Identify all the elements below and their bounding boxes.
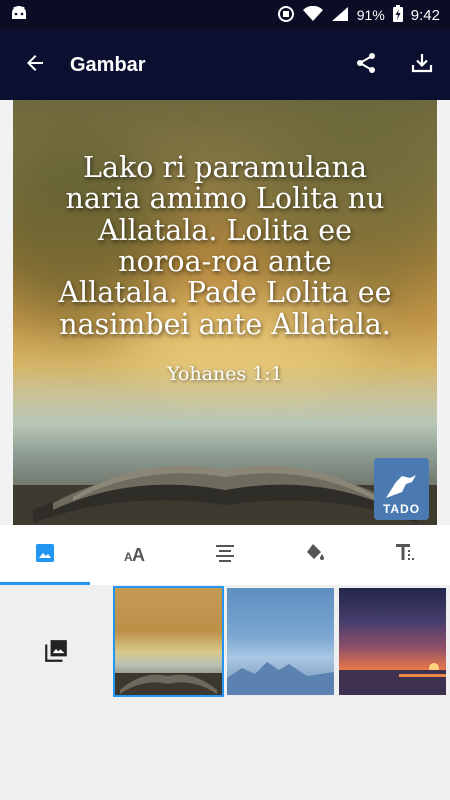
- quote-line: noroa-roa ante: [118, 245, 332, 279]
- image-icon: [33, 541, 57, 570]
- tab-background-image[interactable]: [0, 525, 90, 585]
- status-bar: 91% 9:42: [0, 0, 450, 30]
- download-icon: [410, 51, 434, 80]
- quote-line: Allatala. Pade Lolita ee: [58, 276, 392, 310]
- sync-icon: [277, 5, 295, 26]
- share-icon: [354, 51, 378, 80]
- clock: 9:42: [410, 6, 440, 24]
- wifi-icon: [302, 5, 323, 25]
- quote-line: naria amimo Lolita nu: [65, 182, 385, 216]
- quote-line: Allatala. Lolita ee: [97, 213, 353, 247]
- bird-icon: [385, 475, 416, 498]
- align-center-icon: [213, 541, 237, 570]
- battery-icon: [392, 5, 403, 25]
- share-button[interactable]: [338, 30, 394, 100]
- preview-area: Lako ri paramulana naria amimo Lolita nu…: [0, 100, 450, 525]
- mountain-thumbnail-image: [227, 662, 334, 695]
- editor-tab-bar: AA: [0, 525, 450, 585]
- app-bar: Gambar: [0, 30, 450, 100]
- tab-fill-color[interactable]: [270, 525, 360, 585]
- arrow-back-icon: [23, 51, 47, 80]
- quote-line: Lako ri paramulana: [83, 151, 367, 184]
- quote-text[interactable]: Lako ri paramulana naria amimo Lolita nu…: [13, 152, 437, 340]
- background-thumbnail[interactable]: [227, 588, 334, 695]
- quote-line: nasimbei ante Allatala.: [59, 307, 391, 341]
- svg-text:A: A: [132, 545, 145, 565]
- verse-reference: Yohanes 1:1: [167, 363, 283, 385]
- gallery-button[interactable]: [30, 627, 82, 679]
- signal-icon: [331, 6, 349, 25]
- background-picker: [0, 585, 450, 800]
- quote-image[interactable]: Lako ri paramulana naria amimo Lolita nu…: [13, 100, 437, 525]
- logo-text: TADO: [382, 502, 421, 516]
- sunset-thumbnail-image: [339, 663, 446, 695]
- tab-text-align[interactable]: [180, 525, 270, 585]
- photo-library-icon: [43, 638, 69, 669]
- tab-text-size[interactable]: AA: [90, 525, 180, 585]
- battery-level: 91%: [356, 7, 385, 23]
- back-button[interactable]: [0, 30, 70, 100]
- text-size-icon: AA: [122, 541, 148, 570]
- download-button[interactable]: [394, 30, 450, 100]
- tab-text-format[interactable]: [360, 525, 450, 585]
- text-format-icon: [393, 541, 417, 570]
- fill-color-icon: [303, 541, 327, 570]
- android-icon: [10, 5, 28, 26]
- tado-logo: TADO: [374, 458, 429, 520]
- page-title: Gambar: [70, 53, 146, 76]
- background-thumbnail[interactable]: [339, 588, 446, 695]
- background-thumbnail[interactable]: [113, 586, 224, 697]
- book-thumbnail-image: [115, 673, 222, 695]
